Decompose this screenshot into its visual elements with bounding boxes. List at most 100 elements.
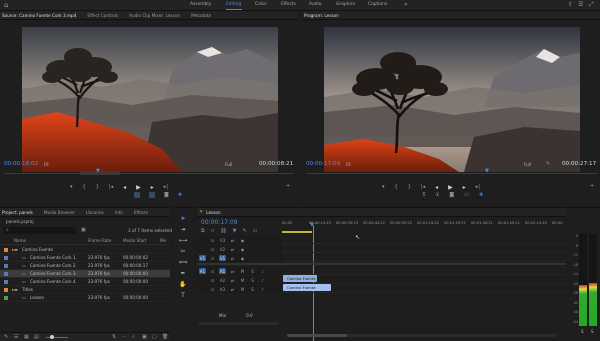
fullscreen-icon[interactable]: ⤢ xyxy=(589,1,594,9)
mute-icon[interactable]: M xyxy=(239,268,246,274)
track-target[interactable]: V2 xyxy=(219,246,226,252)
razor-icon[interactable]: ✂ xyxy=(179,247,187,255)
audio-clip[interactable]: Camino Fuente xyxy=(283,284,331,291)
sort-icon[interactable]: ⇅ xyxy=(112,334,116,340)
slip-icon[interactable]: ⟺ xyxy=(179,258,188,266)
timeline-scroll-thumb[interactable] xyxy=(287,334,347,337)
type-icon[interactable]: T xyxy=(179,291,187,299)
track-select-icon[interactable]: ⇥ xyxy=(179,225,187,233)
new-bin-from-search-icon[interactable]: ▣ xyxy=(81,227,86,233)
trash-icon[interactable]: 🗑 xyxy=(162,334,168,340)
source-quality-select[interactable]: Full xyxy=(225,162,232,167)
lift-icon[interactable]: ⊼ xyxy=(422,192,426,198)
microphone-icon[interactable]: ♪ xyxy=(259,286,266,292)
go-to-in-icon[interactable]: |◂ xyxy=(421,184,425,191)
automate-icon[interactable]: ⋯ xyxy=(122,334,127,340)
playhead-icon[interactable]: ▼ xyxy=(310,222,314,228)
timeline-timecode[interactable]: 00:00:17:09 xyxy=(201,219,238,226)
add-marker-icon[interactable]: ▼ xyxy=(233,228,237,234)
list-item[interactable]: ▭ Camino Fuente Cork 2. 23.976 fps 00:00:00… xyxy=(0,262,170,270)
step-forward-icon[interactable]: ▸ xyxy=(463,184,466,191)
pencil-icon[interactable]: ✎ xyxy=(4,334,8,340)
linked-selection-icon[interactable]: ⛓ xyxy=(220,228,226,234)
extract-icon[interactable]: ⊻ xyxy=(436,192,440,198)
program-fit-select[interactable]: Fit xyxy=(346,162,351,167)
source-patch[interactable] xyxy=(199,277,206,283)
step-forward-icon[interactable]: ▸ xyxy=(151,184,154,191)
comparison-view-icon[interactable]: ▭ xyxy=(464,192,469,198)
eye-icon[interactable]: ◉ xyxy=(239,255,246,261)
microphone-icon[interactable]: ♪ xyxy=(259,268,266,274)
workspace-assembly[interactable]: Assembly xyxy=(190,2,211,7)
program-add-button-icon[interactable]: + xyxy=(590,183,594,189)
sync-lock-icon[interactable]: ⇄ xyxy=(229,286,236,292)
mark-out-bracket-icon[interactable]: } xyxy=(96,184,99,191)
solo-left-button[interactable]: S xyxy=(581,329,584,334)
tab-project[interactable]: Project: panels xyxy=(2,210,33,215)
bin-row[interactable]: ▸▬ Titles xyxy=(0,286,170,294)
notification-icon[interactable]: ☰ xyxy=(578,1,583,8)
track-target[interactable]: V3 xyxy=(219,237,226,243)
mute-icon[interactable]: M xyxy=(239,277,246,283)
source-zoom-bar[interactable] xyxy=(80,171,120,175)
video-clip[interactable]: Camino Fuente xyxy=(283,275,317,282)
mark-in-icon[interactable]: ▾ xyxy=(70,184,73,191)
pen-icon[interactable]: ✒ xyxy=(179,269,187,277)
list-view-icon[interactable]: ☰ xyxy=(14,334,18,340)
new-item-icon[interactable]: ▢ xyxy=(152,334,157,340)
solo-icon[interactable]: S xyxy=(249,268,256,274)
play-icon[interactable]: ▶ xyxy=(448,184,453,191)
source-playhead-icon[interactable]: ▼ xyxy=(96,168,100,174)
new-bin-icon[interactable]: ▣ xyxy=(142,334,147,340)
lock-icon[interactable]: ⊡ xyxy=(209,286,216,292)
track-target[interactable]: A1 xyxy=(219,268,226,274)
workspace-captions[interactable]: Captions xyxy=(368,2,387,7)
selection-tool-icon[interactable]: ➤ xyxy=(179,214,187,222)
source-add-button-icon[interactable]: + xyxy=(286,183,290,189)
program-playhead-icon[interactable]: ▼ xyxy=(485,168,489,174)
lock-icon[interactable]: ⊡ xyxy=(209,277,216,283)
wrench-icon[interactable]: ✎ xyxy=(546,161,550,167)
tab-source[interactable]: Source: Camino Fuente Cork 3.mp4 xyxy=(2,13,76,18)
zoom-slider-handle[interactable] xyxy=(50,335,54,339)
close-icon[interactable]: ✕ xyxy=(199,209,203,215)
workspace-editing[interactable]: Editing xyxy=(226,2,241,7)
timeline-horizontal-scrollbar[interactable] xyxy=(287,334,557,337)
tab-lesson-sequence[interactable]: Lesson xyxy=(206,210,220,215)
microphone-icon[interactable]: ♪ xyxy=(259,277,266,283)
source-patch[interactable]: V1 xyxy=(199,255,206,261)
solo-icon[interactable]: S xyxy=(249,286,256,292)
sync-lock-icon[interactable]: ⇄ xyxy=(229,246,236,252)
tab-media-browser[interactable]: Media Browser xyxy=(44,210,75,215)
workspace-audio[interactable]: Audio xyxy=(309,2,321,7)
freeform-view-icon[interactable]: ▤ xyxy=(34,334,39,340)
insert-icon[interactable] xyxy=(134,192,140,198)
list-item[interactable]: ▭ Camino Fuente Cork 3. 23.976 fps 00:00:00… xyxy=(0,270,170,278)
program-video-frame[interactable] xyxy=(324,27,580,172)
mark-in-icon[interactable]: ▾ xyxy=(382,184,385,191)
solo-icon[interactable]: S xyxy=(249,277,256,283)
col-frame-rate[interactable]: Frame Rate xyxy=(88,238,111,243)
program-quality-select[interactable]: Full xyxy=(524,162,531,167)
list-item[interactable]: ▭ Lesson 23.976 fps 00:00:00:00 xyxy=(0,294,170,302)
mark-in-bracket-icon[interactable]: { xyxy=(83,184,86,191)
sync-lock-icon[interactable]: ⇄ xyxy=(229,277,236,283)
eye-icon[interactable]: ◉ xyxy=(239,237,246,243)
step-back-icon[interactable]: ◂ xyxy=(123,184,126,191)
go-to-out-icon[interactable]: ▸| xyxy=(476,184,480,191)
track-target[interactable]: A3 xyxy=(219,286,226,292)
bin-row[interactable]: ▸▬ Camino Fuente xyxy=(0,246,170,254)
play-icon[interactable]: ▶ xyxy=(136,184,141,191)
lock-icon[interactable]: ⊡ xyxy=(209,237,216,243)
captions-icon[interactable]: ▭ xyxy=(253,228,258,234)
lock-icon[interactable]: ⊡ xyxy=(209,246,216,252)
source-patch[interactable] xyxy=(199,237,206,243)
source-scrubber[interactable] xyxy=(4,173,294,174)
source-patch[interactable]: A1 xyxy=(199,268,206,274)
col-media-end[interactable]: Me xyxy=(160,238,166,243)
nest-icon[interactable]: ⧉ xyxy=(201,228,205,234)
camera-icon[interactable]: ◙ xyxy=(164,192,169,198)
tab-program[interactable]: Program: Lesson xyxy=(304,13,339,18)
go-to-out-icon[interactable]: ▸| xyxy=(164,184,168,191)
track-target[interactable]: V1 xyxy=(219,255,226,261)
